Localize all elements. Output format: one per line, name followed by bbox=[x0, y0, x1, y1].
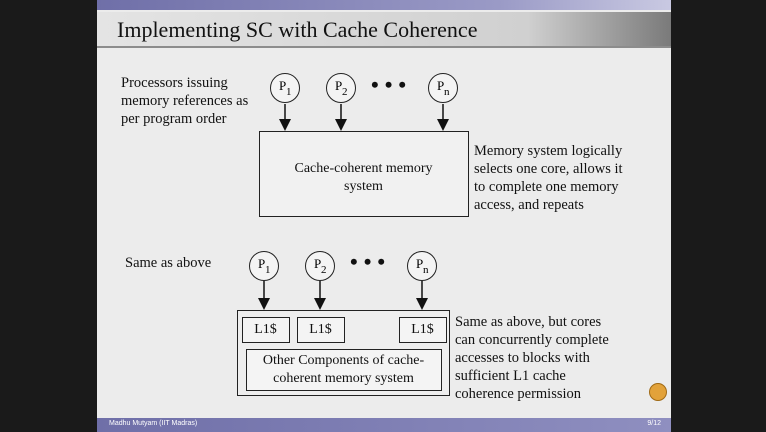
same-as-above-label: Same as above bbox=[125, 255, 212, 271]
footer-author: Madhu Mutyam (IIT Madras) bbox=[109, 420, 198, 427]
processor-n-bottom: Pn bbox=[407, 251, 437, 281]
memory-system-description: Memory system logically selects one core… bbox=[474, 143, 623, 213]
cache-coherent-memory-box: Cache-coherent memory system bbox=[259, 131, 469, 217]
concurrent-access-description: Same as above, but cores can concurrentl… bbox=[455, 314, 609, 402]
l1-cache-system-box: L1$ L1$ L1$ Other Components of cache- c… bbox=[237, 310, 450, 396]
slide: Implementing SC with Cache Coherence Pro… bbox=[97, 0, 671, 432]
ellipsis-bottom: ••• bbox=[350, 249, 392, 274]
processors-description: Processors issuing memory references as … bbox=[121, 75, 249, 127]
slide-footer: Madhu Mutyam (IIT Madras) 9/12 bbox=[97, 418, 671, 432]
l1-cache-n: L1$ bbox=[399, 317, 447, 343]
processor-2-bottom: P2 bbox=[305, 251, 335, 281]
processor-1-bottom: P1 bbox=[249, 251, 279, 281]
ellipsis: ••• bbox=[371, 72, 413, 97]
processor-n: Pn bbox=[428, 73, 458, 103]
l1-cache-2: L1$ bbox=[297, 317, 345, 343]
l1-cache-1: L1$ bbox=[242, 317, 290, 343]
footer-page-number: 9/12 bbox=[647, 420, 661, 427]
processor-1: P1 bbox=[270, 73, 300, 103]
processor-2: P2 bbox=[326, 73, 356, 103]
other-components-box: Other Components of cache- coherent memo… bbox=[246, 349, 442, 391]
smiley-icon bbox=[649, 383, 667, 401]
